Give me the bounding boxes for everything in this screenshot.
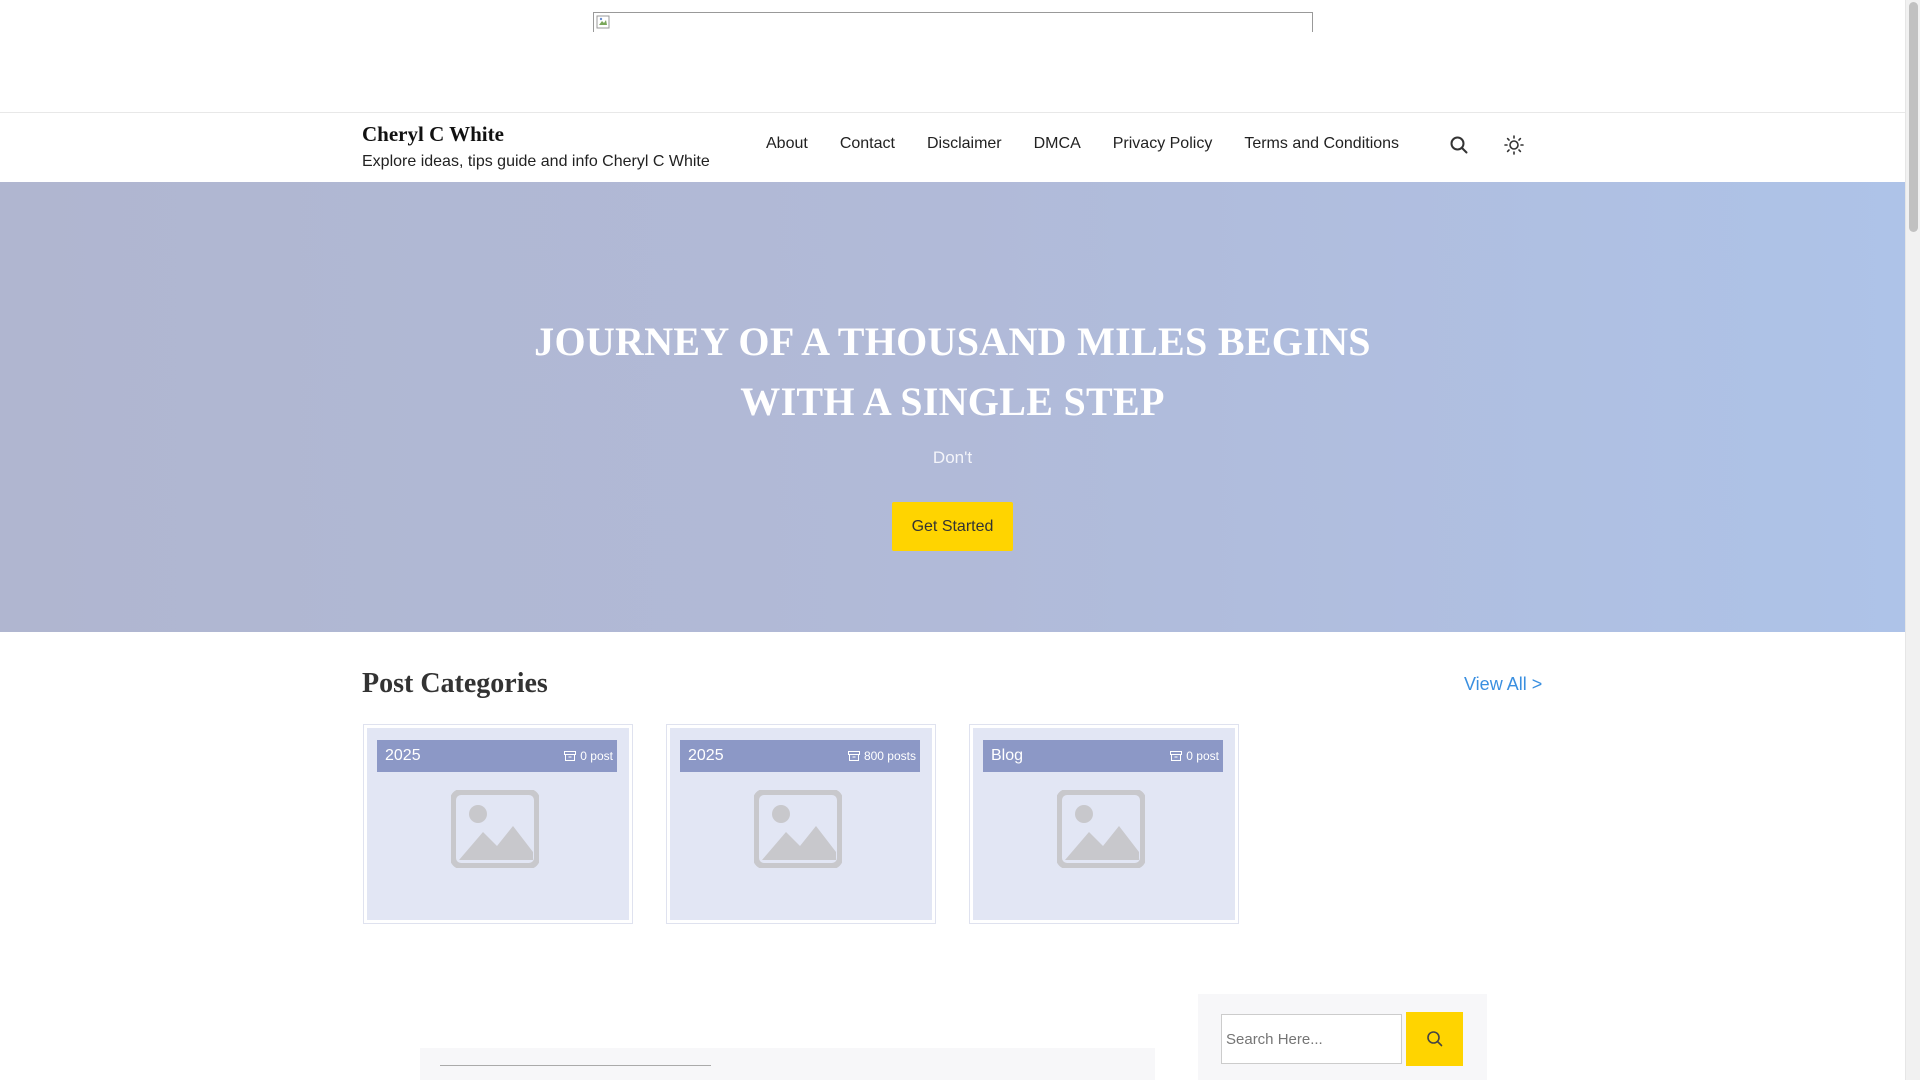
archive-icon (847, 751, 860, 761)
post-content-area (420, 1048, 1155, 1080)
nav-privacy-policy[interactable]: Privacy Policy (1113, 134, 1213, 154)
main-nav: About Contact Disclaimer DMCA Privacy Po… (766, 134, 1431, 154)
hero-section: JOURNEY OF A THOUSAND MILES BEGINS WITH … (0, 182, 1905, 632)
brand: Cheryl C White Explore ideas, tips guide… (362, 122, 710, 171)
section-heading: Post Categories (362, 668, 548, 699)
image-placeholder-icon (1057, 790, 1145, 868)
sidebar-search-button[interactable] (1406, 1012, 1463, 1066)
page-scrollbar[interactable] (1905, 0, 1920, 1080)
nav-disclaimer[interactable]: Disclaimer (927, 134, 1002, 154)
category-count-text: 800 posts (863, 749, 916, 763)
hero-subtitle: Don't (932, 448, 973, 467)
nav-dmca[interactable]: DMCA (1034, 134, 1081, 154)
get-started-button[interactable]: Get Started (892, 502, 1013, 551)
nav-about[interactable]: About (766, 134, 808, 154)
category-card-body: 2025 0 post (367, 728, 629, 920)
site-tagline: Explore ideas, tips guide and info Chery… (362, 153, 710, 170)
category-name[interactable]: 2025 (688, 747, 724, 765)
divider (440, 1065, 711, 1066)
category-count-text: 0 post (1186, 749, 1219, 763)
nav-contact[interactable]: Contact (840, 134, 895, 154)
category-label-bar: Blog 0 post (983, 740, 1223, 772)
category-label-bar: 2025 0 post (377, 740, 617, 772)
category-card[interactable]: Blog 0 post (969, 724, 1239, 924)
search-icon[interactable] (1448, 134, 1470, 156)
ad-banner (0, 0, 1905, 113)
nav-terms-and-conditions[interactable]: Terms and Conditions (1244, 134, 1399, 154)
category-count: 0 post (1170, 749, 1219, 763)
category-card-body: Blog 0 post (973, 728, 1235, 920)
archive-icon (1170, 751, 1183, 761)
category-count: 0 post (564, 749, 613, 763)
broken-image-icon (596, 15, 610, 29)
view-all-link[interactable]: View All > (1464, 674, 1542, 695)
category-card[interactable]: 2025 800 posts (666, 724, 936, 924)
site-header: Cheryl C White Explore ideas, tips guide… (0, 114, 1905, 182)
archive-icon (564, 751, 577, 761)
sun-icon[interactable] (1503, 134, 1525, 156)
scrollbar-thumb[interactable] (1909, 2, 1918, 232)
category-count: 800 posts (847, 749, 916, 763)
category-card-body: 2025 800 posts (670, 728, 932, 920)
image-placeholder-icon (451, 790, 539, 868)
ad-image[interactable] (593, 12, 1313, 32)
category-card[interactable]: 2025 0 post (363, 724, 633, 924)
site-title[interactable]: Cheryl C White (362, 122, 710, 147)
category-count-text: 0 post (580, 749, 613, 763)
category-name[interactable]: Blog (991, 747, 1023, 765)
image-placeholder-icon (754, 790, 842, 868)
search-icon (1426, 1031, 1442, 1047)
category-label-bar: 2025 800 posts (680, 740, 920, 772)
category-name[interactable]: 2025 (385, 747, 421, 765)
hero-title: JOURNEY OF A THOUSAND MILES BEGINS WITH … (534, 319, 1371, 424)
sidebar-search-input[interactable] (1221, 1014, 1402, 1064)
